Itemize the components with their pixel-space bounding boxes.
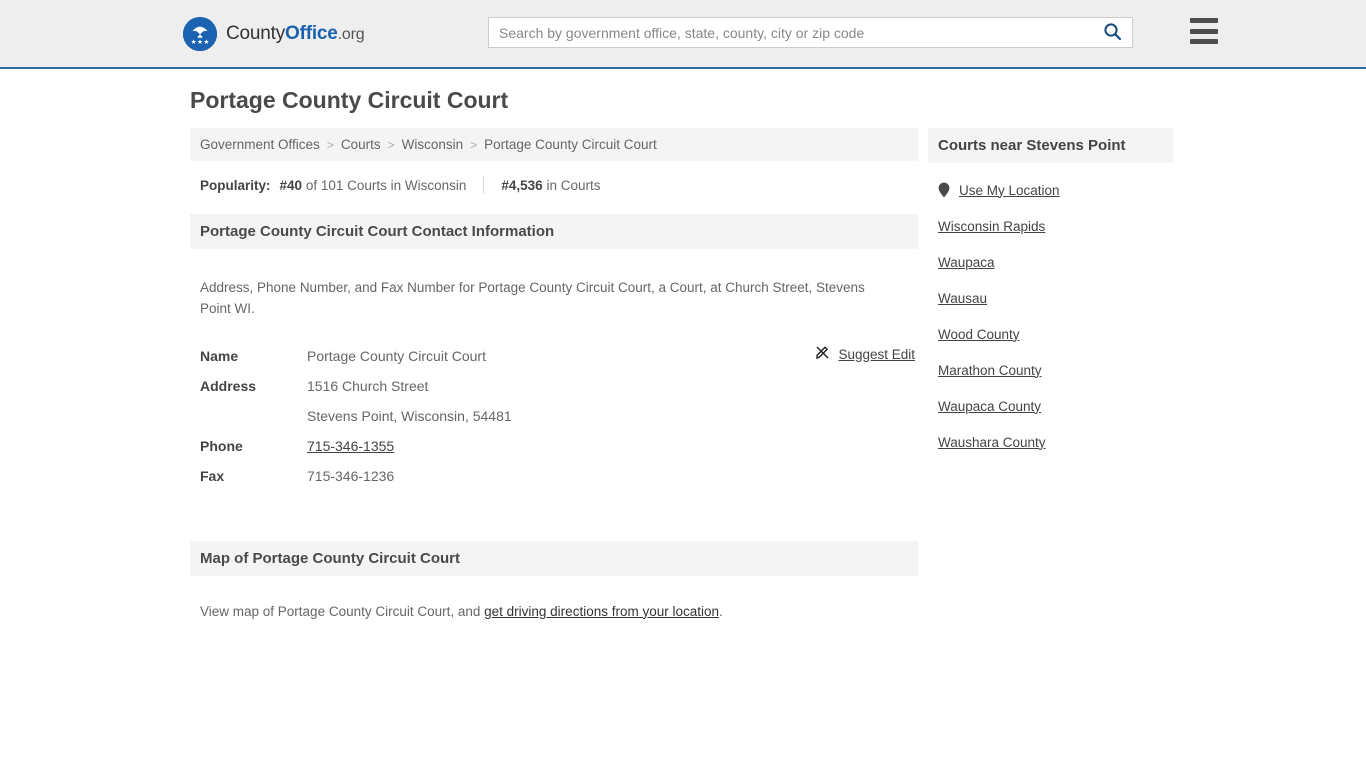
map-pin-icon bbox=[938, 182, 950, 198]
contact-row-phone: Phone 715-346-1355 bbox=[200, 438, 908, 468]
popularity-state-rank-text: of 101 Courts in Wisconsin bbox=[305, 178, 467, 193]
sidebar-link-marathon-county[interactable]: Marathon County bbox=[938, 363, 1042, 378]
contact-value-street: 1516 Church Street bbox=[307, 378, 429, 394]
contact-value-phone: 715-346-1355 bbox=[307, 438, 394, 454]
contact-label-name: Name bbox=[200, 348, 239, 364]
suggest-edit-label: Suggest Edit bbox=[838, 346, 915, 362]
popularity-divider bbox=[483, 176, 485, 193]
search-icon bbox=[1103, 22, 1122, 44]
popularity-state-rank-value: #40 bbox=[279, 178, 303, 193]
contact-label-phone: Phone bbox=[200, 438, 243, 454]
sidebar-item-waupaca[interactable]: Waupaca bbox=[938, 244, 1173, 280]
brand-part-county: County bbox=[226, 23, 286, 44]
popularity-row: Popularity: #40 of 101 Courts in Wiscons… bbox=[190, 161, 918, 193]
sidebar-item-wausau[interactable]: Wausau bbox=[938, 280, 1173, 316]
contact-value-name: Portage County Circuit Court bbox=[307, 348, 486, 364]
sidebar-item-wood-county[interactable]: Wood County bbox=[938, 316, 1173, 352]
sidebar-heading: Courts near Stevens Point bbox=[928, 128, 1173, 163]
contact-details: Suggest Edit Name Portage County Circuit… bbox=[190, 332, 918, 498]
search-input[interactable] bbox=[489, 18, 1092, 47]
contact-row-city-state-zip: Stevens Point, Wisconsin, 54481 bbox=[200, 408, 908, 438]
contact-value-fax: 715-346-1236 bbox=[307, 468, 395, 484]
sidebar-link-waupaca[interactable]: Waupaca bbox=[938, 255, 995, 270]
sidebar-item-wisconsin-rapids[interactable]: Wisconsin Rapids bbox=[938, 208, 1173, 244]
breadcrumb-separator: > bbox=[326, 137, 334, 152]
popularity-label: Popularity: bbox=[200, 178, 271, 193]
sidebar-item-waushara-county[interactable]: Waushara County bbox=[938, 424, 1173, 460]
map-section-description: View map of Portage County Circuit Court… bbox=[190, 590, 918, 619]
main-column: Government Offices > Courts > Wisconsin … bbox=[183, 128, 918, 632]
contact-section-description: Address, Phone Number, and Fax Number fo… bbox=[200, 279, 865, 316]
map-section-heading: Map of Portage County Circuit Court bbox=[190, 541, 918, 576]
suggest-edit-link[interactable]: Suggest Edit bbox=[815, 345, 915, 363]
popularity-overall-rank-text: in Courts bbox=[546, 178, 601, 193]
sidebar-link-wisconsin-rapids[interactable]: Wisconsin Rapids bbox=[938, 219, 1045, 234]
eagle-seal-icon bbox=[183, 17, 217, 51]
edit-pencil-icon bbox=[815, 345, 830, 363]
contact-value-city-state-zip: Stevens Point, Wisconsin, 54481 bbox=[307, 408, 512, 424]
search-button[interactable] bbox=[1092, 18, 1132, 47]
breadcrumb-separator: > bbox=[387, 137, 395, 152]
contact-row-name: Name Portage County Circuit Court bbox=[200, 348, 908, 378]
popularity-overall-rank: #4,536 in Courts bbox=[501, 178, 600, 193]
page-container: Portage County Circuit Court Government … bbox=[183, 69, 1183, 632]
hamburger-menu-icon[interactable] bbox=[1190, 18, 1218, 44]
sidebar-list: Use My Location Wisconsin Rapids Waupaca… bbox=[928, 163, 1173, 460]
map-desc-text-after: . bbox=[719, 603, 723, 619]
sidebar-item-use-my-location[interactable]: Use My Location bbox=[938, 172, 1173, 208]
breadcrumb-item-current: Portage County Circuit Court bbox=[484, 137, 657, 152]
contact-label-address: Address bbox=[200, 378, 257, 394]
contact-section-heading: Portage County Circuit Court Contact Inf… bbox=[190, 214, 918, 249]
sidebar-item-marathon-county[interactable]: Marathon County bbox=[938, 352, 1173, 388]
driving-directions-link[interactable]: get driving directions from your locatio… bbox=[484, 604, 719, 619]
site-header: CountyOffice.org bbox=[0, 0, 1366, 69]
sidebar-link-use-my-location[interactable]: Use My Location bbox=[959, 183, 1060, 198]
sidebar-item-waupaca-county[interactable]: Waupaca County bbox=[938, 388, 1173, 424]
search-bar[interactable] bbox=[488, 17, 1133, 48]
breadcrumb-item-government-offices[interactable]: Government Offices bbox=[200, 137, 320, 152]
breadcrumb: Government Offices > Courts > Wisconsin … bbox=[190, 128, 918, 161]
contact-label-fax: Fax bbox=[200, 468, 225, 484]
contact-row-address: Address 1516 Church Street bbox=[200, 378, 908, 408]
brand-wordmark: CountyOffice.org bbox=[226, 23, 365, 45]
brand-part-org: .org bbox=[337, 26, 365, 43]
sidebar-link-waushara-county[interactable]: Waushara County bbox=[938, 435, 1046, 450]
sidebar: Courts near Stevens Point Use My Locatio… bbox=[928, 128, 1173, 460]
brand-part-office: Office bbox=[285, 23, 338, 44]
site-logo[interactable]: CountyOffice.org bbox=[183, 17, 365, 51]
contact-row-fax: Fax 715-346-1236 bbox=[200, 468, 908, 498]
sidebar-link-waupaca-county[interactable]: Waupaca County bbox=[938, 399, 1041, 414]
sidebar-link-wood-county[interactable]: Wood County bbox=[938, 327, 1020, 342]
breadcrumb-separator: > bbox=[470, 137, 478, 152]
phone-link[interactable]: 715-346-1355 bbox=[307, 438, 394, 454]
page-title: Portage County Circuit Court bbox=[190, 87, 509, 113]
sidebar-link-wausau[interactable]: Wausau bbox=[938, 291, 987, 306]
breadcrumb-item-courts[interactable]: Courts bbox=[341, 137, 381, 152]
popularity-state-rank: #40 of 101 Courts in Wisconsin bbox=[280, 178, 467, 193]
breadcrumb-item-wisconsin[interactable]: Wisconsin bbox=[402, 137, 464, 152]
popularity-overall-rank-value: #4,536 bbox=[501, 178, 543, 193]
map-desc-text-before: View map of Portage County Circuit Court… bbox=[200, 603, 485, 619]
